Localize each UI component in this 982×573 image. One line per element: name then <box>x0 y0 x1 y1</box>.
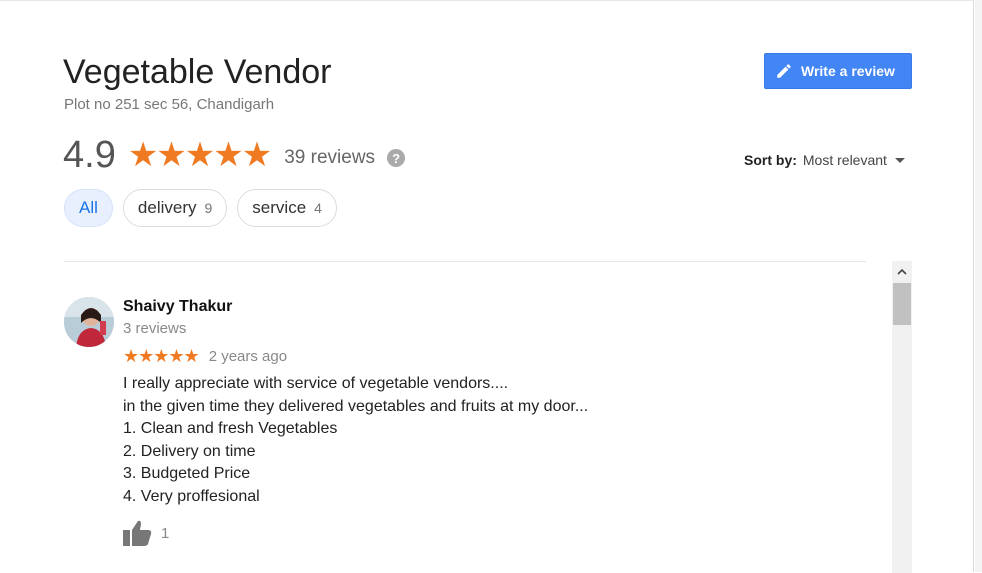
scroll-up-icon[interactable] <box>892 261 912 281</box>
review-line: 4. Very proffesional <box>123 487 260 505</box>
reviewer-review-count: 3 reviews <box>123 320 187 337</box>
review-line: 1. Clean and fresh Vegetables <box>123 420 338 437</box>
review-text: I really appreciate with service of vege… <box>123 373 588 508</box>
rating-score: 4.9 <box>63 133 116 176</box>
rating-stars: ★★★★★ <box>127 136 272 174</box>
reviews-dialog: Vegetable Vendor Plot no 251 sec 56, Cha… <box>0 0 974 573</box>
filter-chip-count: 4 <box>314 200 322 216</box>
review-line: in the given time they delivered vegetab… <box>123 397 589 415</box>
page-backdrop <box>975 0 982 572</box>
like-count: 1 <box>161 524 170 542</box>
scroll-thumb[interactable] <box>893 283 911 325</box>
review-rating: ★★★★★ 2 years ago <box>123 347 287 365</box>
filter-chip-delivery[interactable]: delivery 9 <box>122 189 228 227</box>
reviewer-name[interactable]: Shaivy Thakur <box>123 298 232 316</box>
filter-chip-all[interactable]: All <box>64 189 113 227</box>
write-review-button[interactable]: Write a review <box>764 53 912 89</box>
filter-chip-service[interactable]: service 4 <box>237 189 337 227</box>
chevron-down-icon <box>894 157 905 163</box>
help-icon[interactable]: ? <box>387 149 406 167</box>
like-control: 1 <box>123 519 169 547</box>
review-stars: ★★★★★ <box>123 346 200 366</box>
filter-chip-label: All <box>79 198 98 217</box>
avatar[interactable] <box>64 297 114 347</box>
place-address: Plot no 251 sec 56, Chandigarh <box>64 96 275 113</box>
sort-dropdown[interactable]: Sort by: Most relevant <box>744 152 905 168</box>
scrollbar[interactable] <box>892 261 912 573</box>
divider <box>64 261 866 262</box>
filter-chip-label: delivery <box>137 198 197 217</box>
review-line: 2. Delivery on time <box>123 442 256 460</box>
write-review-label: Write a review <box>801 63 895 79</box>
place-title: Vegetable Vendor <box>63 53 332 91</box>
review-line: I really appreciate with service of vege… <box>123 375 509 392</box>
filter-chip-count: 9 <box>204 200 213 216</box>
review-count: 39 reviews <box>284 147 376 168</box>
thumbs-up-icon[interactable] <box>123 519 153 547</box>
rating-summary: 4.9 ★★★★★ 39 reviews ? <box>63 133 406 177</box>
filter-chips: All delivery 9 service 4 <box>64 189 337 227</box>
pencil-icon <box>775 62 793 80</box>
filter-chip-label: service <box>252 198 307 217</box>
review-time: 2 years ago <box>208 347 288 365</box>
review-line: 3. Budgeted Price <box>123 465 251 482</box>
sort-value: Most relevant <box>802 152 887 168</box>
sort-label: Sort by: <box>744 152 797 168</box>
